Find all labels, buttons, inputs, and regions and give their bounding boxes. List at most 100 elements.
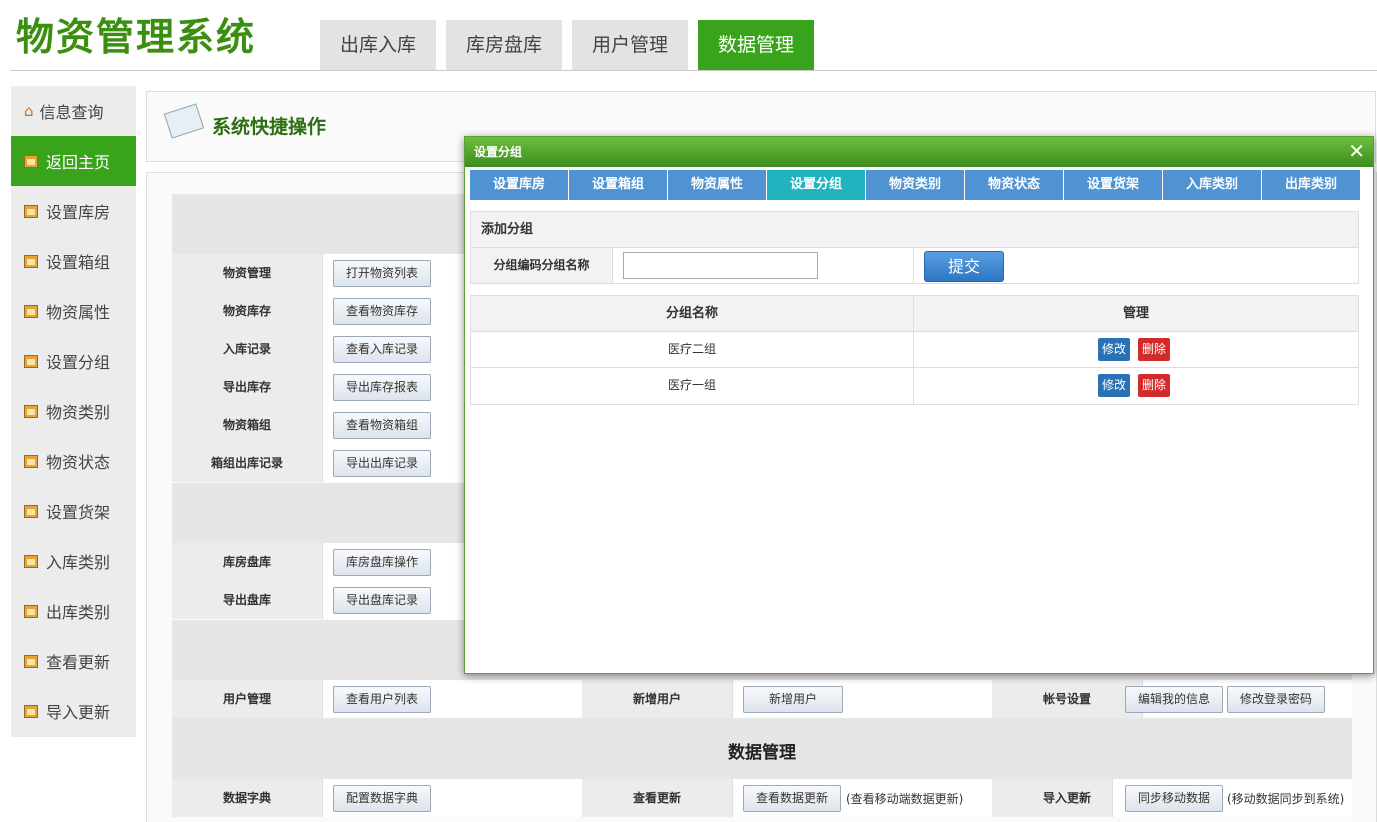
row-label: 查看更新	[582, 779, 732, 817]
sidebar-item-label: 物资状态	[46, 453, 111, 472]
table-row: 数据字典 配置数据字典 查看更新 查看数据更新 (查看移动端数据更新) 导入更新…	[172, 779, 1352, 817]
sidebar-item-label: 物资属性	[46, 303, 111, 322]
sidebar-item-import-updates[interactable]: 导入更新	[11, 686, 136, 736]
group-name-cell: 医疗一组	[471, 368, 914, 404]
delete-button[interactable]: 删除	[1138, 338, 1171, 361]
sidebar-item-label: 导入更新	[46, 703, 111, 722]
topnav-tab-users[interactable]: 用户管理	[572, 20, 689, 70]
sidebar-item-status[interactable]: 物资状态	[11, 436, 136, 486]
sidebar-item-info[interactable]: ⌂ 信息查询	[11, 86, 136, 136]
topnav-tab-inventory[interactable]: 库房盘库	[446, 20, 563, 70]
sidebar-item-out-types[interactable]: 出库类别	[11, 586, 136, 636]
sidebar-item-groups[interactable]: 设置分组	[11, 336, 136, 386]
close-icon[interactable]: ✕	[1348, 140, 1365, 162]
inventory-count-button[interactable]: 库房盘库操作	[333, 549, 432, 576]
tab-attributes[interactable]: 物资属性	[668, 170, 766, 200]
group-list-table: 分组名称 管理 医疗二组 修改 删除 医疗一组 修改 删除	[470, 295, 1359, 405]
tab-in-types[interactable]: 入库类别	[1163, 170, 1261, 200]
column-header-name: 分组名称	[471, 296, 914, 331]
folder-icon	[24, 704, 38, 718]
row-label: 导出库存	[172, 368, 322, 406]
folder-icon	[24, 304, 38, 318]
tab-boxgroup[interactable]: 设置箱组	[569, 170, 667, 200]
sidebar: ⌂ 信息查询 返回主页 设置库房 设置箱组 物资属性 设置分组 物资类别 物资状…	[11, 86, 136, 737]
dialog-titlebar: 设置分组 ✕	[465, 137, 1373, 167]
id-card-icon	[163, 103, 205, 139]
folder-icon	[24, 354, 38, 368]
table-row: 医疗一组 修改 删除	[471, 368, 1358, 404]
note-sync-to-system: (移动数据同步到系统)	[1227, 792, 1345, 806]
sidebar-item-label: 设置箱组	[46, 253, 111, 272]
form-row: 分组编码分组名称 提交	[471, 248, 1358, 283]
folder-icon	[24, 404, 38, 418]
export-stock-report-button[interactable]: 导出库存报表	[333, 374, 432, 401]
edit-my-info-button[interactable]: 编辑我的信息	[1125, 686, 1224, 713]
tab-groups[interactable]: 设置分组	[767, 170, 865, 200]
sync-mobile-data-button[interactable]: 同步移动数据	[1125, 785, 1224, 812]
tab-shelves[interactable]: 设置货架	[1064, 170, 1162, 200]
sidebar-item-label: 出库类别	[46, 603, 111, 622]
edit-button[interactable]: 修改	[1098, 338, 1131, 361]
sidebar-item-warehouse[interactable]: 设置库房	[11, 186, 136, 236]
sidebar-item-boxgroup[interactable]: 设置箱组	[11, 236, 136, 286]
sidebar-item-shelves[interactable]: 设置货架	[11, 486, 136, 536]
export-inventory-records-button[interactable]: 导出盘库记录	[333, 587, 432, 614]
view-data-updates-button[interactable]: 查看数据更新	[743, 785, 842, 812]
view-inbound-records-button[interactable]: 查看入库记录	[333, 336, 432, 363]
view-users-button[interactable]: 查看用户列表	[333, 686, 432, 713]
sidebar-item-label: 查看更新	[46, 653, 111, 672]
add-user-button[interactable]: 新增用户	[743, 686, 843, 713]
open-materials-list-button[interactable]: 打开物资列表	[333, 260, 432, 287]
topnav-tab-inout[interactable]: 出库入库	[320, 20, 437, 70]
sidebar-item-categories[interactable]: 物资类别	[11, 386, 136, 436]
folder-icon	[24, 454, 38, 468]
row-label: 帐号设置	[992, 680, 1142, 718]
tab-warehouse[interactable]: 设置库房	[470, 170, 568, 200]
add-group-form: 添加分组 分组编码分组名称 提交	[470, 211, 1359, 284]
dialog-title: 设置分组	[474, 145, 523, 159]
folder-icon	[24, 254, 38, 268]
tab-categories[interactable]: 物资类别	[866, 170, 964, 200]
sidebar-item-attributes[interactable]: 物资属性	[11, 286, 136, 336]
row-label: 物资箱组	[172, 406, 322, 444]
delete-button[interactable]: 删除	[1138, 374, 1171, 397]
row-label: 物资库存	[172, 292, 322, 330]
folder-icon	[24, 654, 38, 668]
group-name-input[interactable]	[623, 252, 818, 279]
dialog-tabs: 设置库房 设置箱组 物资属性 设置分组 物资类别 物资状态 设置货架 入库类别 …	[470, 170, 1361, 200]
sidebar-item-label: 入库类别	[46, 553, 111, 572]
sidebar-item-label: 返回主页	[46, 153, 111, 172]
home-icon: ⌂	[24, 102, 34, 120]
sidebar-item-home[interactable]: 返回主页	[11, 136, 136, 186]
form-title: 添加分组	[471, 212, 1358, 248]
table-row: 医疗二组 修改 删除	[471, 332, 1358, 368]
row-label: 入库记录	[172, 330, 322, 368]
header-divider	[10, 70, 1377, 71]
quick-ops-title: 系统快捷操作	[212, 116, 327, 138]
folder-icon	[24, 154, 38, 168]
sidebar-item-label: 信息查询	[39, 103, 104, 122]
view-box-groups-button[interactable]: 查看物资箱组	[333, 412, 432, 439]
row-label: 新增用户	[582, 680, 732, 718]
column-header-manage: 管理	[1122, 306, 1149, 321]
sidebar-item-label: 设置货架	[46, 503, 111, 522]
sidebar-item-view-updates[interactable]: 查看更新	[11, 636, 136, 686]
topnav-tab-data[interactable]: 数据管理	[698, 20, 815, 70]
sidebar-item-in-types[interactable]: 入库类别	[11, 536, 136, 586]
view-stock-button[interactable]: 查看物资库存	[333, 298, 432, 325]
folder-icon	[24, 504, 38, 518]
submit-button[interactable]: 提交	[924, 251, 1004, 282]
edit-button[interactable]: 修改	[1098, 374, 1131, 397]
config-dictionary-button[interactable]: 配置数据字典	[333, 785, 432, 812]
set-group-dialog: 设置分组 ✕ 设置库房 设置箱组 物资属性 设置分组 物资类别 物资状态 设置货…	[464, 136, 1374, 674]
export-outbound-records-button[interactable]: 导出出库记录	[333, 450, 432, 477]
change-password-button[interactable]: 修改登录密码	[1227, 686, 1326, 713]
row-label: 数据字典	[172, 779, 322, 817]
section-band-data: 数据管理	[172, 718, 1352, 779]
row-label: 用户管理	[172, 680, 322, 718]
tab-out-types[interactable]: 出库类别	[1262, 170, 1360, 200]
section-title-data: 数据管理	[728, 743, 796, 763]
sidebar-item-label: 物资类别	[46, 403, 111, 422]
table-header: 分组名称 管理	[471, 296, 1358, 332]
tab-status[interactable]: 物资状态	[965, 170, 1063, 200]
